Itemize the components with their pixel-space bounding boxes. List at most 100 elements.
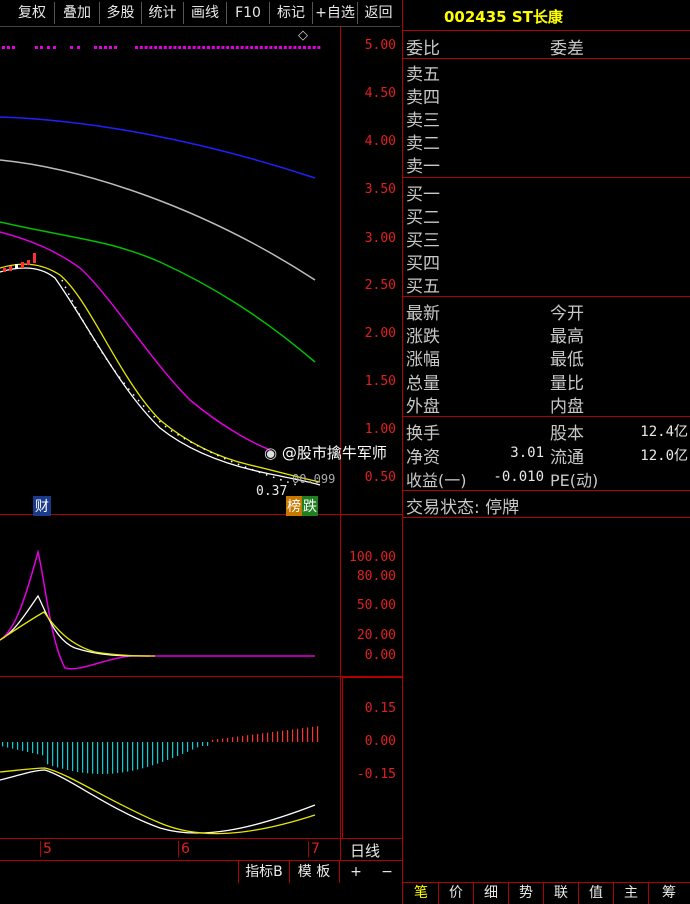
indicator-b-button[interactable]: 指标B bbox=[238, 861, 290, 883]
macd-bar bbox=[247, 735, 249, 742]
macd-bar bbox=[117, 742, 119, 774]
macd-bar bbox=[192, 742, 194, 750]
event-dot bbox=[231, 46, 234, 49]
waipan-label: 外盘 bbox=[406, 397, 440, 417]
zongliang-label: 总量 bbox=[406, 374, 440, 394]
kdj-magenta-line bbox=[0, 549, 315, 670]
y-label-150: 1.50 bbox=[364, 374, 396, 389]
tab-bi[interactable]: 笔 bbox=[404, 883, 439, 904]
stock-code: 002435 bbox=[444, 8, 507, 26]
tab-shi[interactable]: 势 bbox=[509, 883, 544, 904]
chart-canvas bbox=[0, 46, 321, 835]
event-dot bbox=[274, 46, 278, 49]
macd-bar bbox=[232, 737, 234, 742]
sell-1-label: 卖一 bbox=[406, 157, 440, 177]
jingzi-label: 净资 bbox=[406, 448, 440, 468]
stock-name: ST长康 bbox=[511, 8, 563, 26]
event-dot bbox=[283, 46, 287, 49]
macd-bar bbox=[7, 742, 9, 748]
macd-bar bbox=[242, 735, 244, 742]
event-dot bbox=[192, 46, 196, 49]
macd-bar bbox=[107, 742, 109, 774]
ma-magenta-line bbox=[0, 231, 271, 451]
event-dot bbox=[12, 46, 15, 49]
price-low-label: 0.37 bbox=[256, 484, 288, 499]
macd-bar bbox=[277, 731, 279, 742]
ind1-label-50: 50.00 bbox=[356, 598, 396, 613]
ind2-label-000: 0.00 bbox=[364, 734, 396, 749]
ind1-label-20: 20.00 bbox=[356, 628, 396, 643]
tab-zhi[interactable]: 值 bbox=[579, 883, 614, 904]
quote-sep-sell bbox=[403, 177, 690, 178]
shouyi-value: -0.010 bbox=[493, 469, 544, 485]
watermark: ◉ @股市擒牛军师 bbox=[264, 442, 387, 463]
macd-bar bbox=[207, 742, 209, 746]
macd-bar bbox=[302, 728, 304, 742]
event-dot bbox=[211, 46, 215, 49]
macd-bar bbox=[312, 726, 314, 742]
event-dot bbox=[109, 46, 112, 49]
macd-bar bbox=[112, 742, 114, 774]
event-dot bbox=[144, 46, 148, 49]
jinkai-label: 今开 bbox=[550, 304, 584, 324]
event-dot bbox=[2, 46, 5, 49]
trade-status: 交易状态: 停牌 bbox=[406, 498, 520, 518]
zoom-out-button[interactable]: − bbox=[376, 861, 398, 883]
event-dot bbox=[99, 46, 102, 49]
macd-bar bbox=[252, 734, 254, 742]
quote-sep-weibi bbox=[403, 58, 690, 59]
buy-2-label: 买二 bbox=[406, 208, 440, 228]
event-dot bbox=[35, 46, 38, 49]
event-dot bbox=[7, 46, 10, 49]
event-dot bbox=[288, 46, 292, 49]
ranking-badge-die: 跌 bbox=[302, 496, 318, 516]
y-label-100: 1.00 bbox=[364, 422, 396, 437]
macd-bar bbox=[17, 742, 19, 750]
macd-bar bbox=[162, 742, 164, 762]
tab-zhu[interactable]: 主 bbox=[614, 883, 649, 904]
event-dot bbox=[317, 46, 321, 49]
tab-jia[interactable]: 价 bbox=[439, 883, 474, 904]
zhangdie-label: 涨跌 bbox=[406, 327, 440, 347]
ranking-badge[interactable]: 榜 跌 bbox=[286, 496, 318, 516]
macd-bar bbox=[62, 742, 64, 769]
jingzi-value: 3.01 bbox=[510, 445, 544, 461]
macd-bar bbox=[307, 727, 309, 742]
template-button[interactable]: 模 板 bbox=[289, 861, 340, 883]
guben-label: 股本 bbox=[550, 424, 584, 444]
period-label[interactable]: 日线 bbox=[350, 840, 380, 861]
event-dot bbox=[264, 46, 268, 49]
zoom-in-button[interactable]: + bbox=[345, 861, 367, 883]
macd-bar bbox=[237, 736, 239, 742]
event-dot bbox=[168, 46, 172, 49]
event-dot-row bbox=[2, 46, 321, 49]
tab-lian[interactable]: 联 bbox=[544, 883, 579, 904]
ind1-label-0: 0.00 bbox=[364, 648, 396, 663]
quote-sep-top bbox=[403, 30, 690, 31]
quote-sep-buy bbox=[403, 296, 690, 297]
event-dot bbox=[293, 46, 297, 49]
buy-4-label: 买四 bbox=[406, 254, 440, 274]
macd-bar bbox=[297, 728, 299, 742]
diamond-icon[interactable]: ◇ bbox=[298, 28, 308, 43]
macd-bar bbox=[152, 742, 154, 766]
overlay-value: 00.099 bbox=[292, 472, 336, 486]
back-button[interactable]: 返回 bbox=[358, 2, 399, 24]
buy-1-label: 买一 bbox=[406, 185, 440, 205]
event-dot bbox=[207, 46, 210, 49]
macd-bar bbox=[282, 730, 284, 742]
tab-xi[interactable]: 细 bbox=[474, 883, 509, 904]
quote-sep-stats bbox=[403, 416, 690, 417]
macd-white-line bbox=[0, 769, 316, 834]
macd-bar bbox=[182, 742, 184, 754]
event-dot bbox=[303, 46, 306, 49]
tab-chou[interactable]: 筹 bbox=[649, 883, 689, 904]
macd-bar bbox=[22, 742, 24, 751]
x-label-7: 7 bbox=[308, 841, 320, 857]
candle-cluster bbox=[3, 253, 36, 272]
macd-bar bbox=[212, 739, 214, 742]
finance-badge[interactable]: 财 bbox=[33, 496, 51, 516]
liutong-value: 12.0亿 bbox=[640, 448, 688, 464]
macd-bar bbox=[287, 730, 289, 742]
huanshou-label: 换手 bbox=[406, 424, 440, 444]
